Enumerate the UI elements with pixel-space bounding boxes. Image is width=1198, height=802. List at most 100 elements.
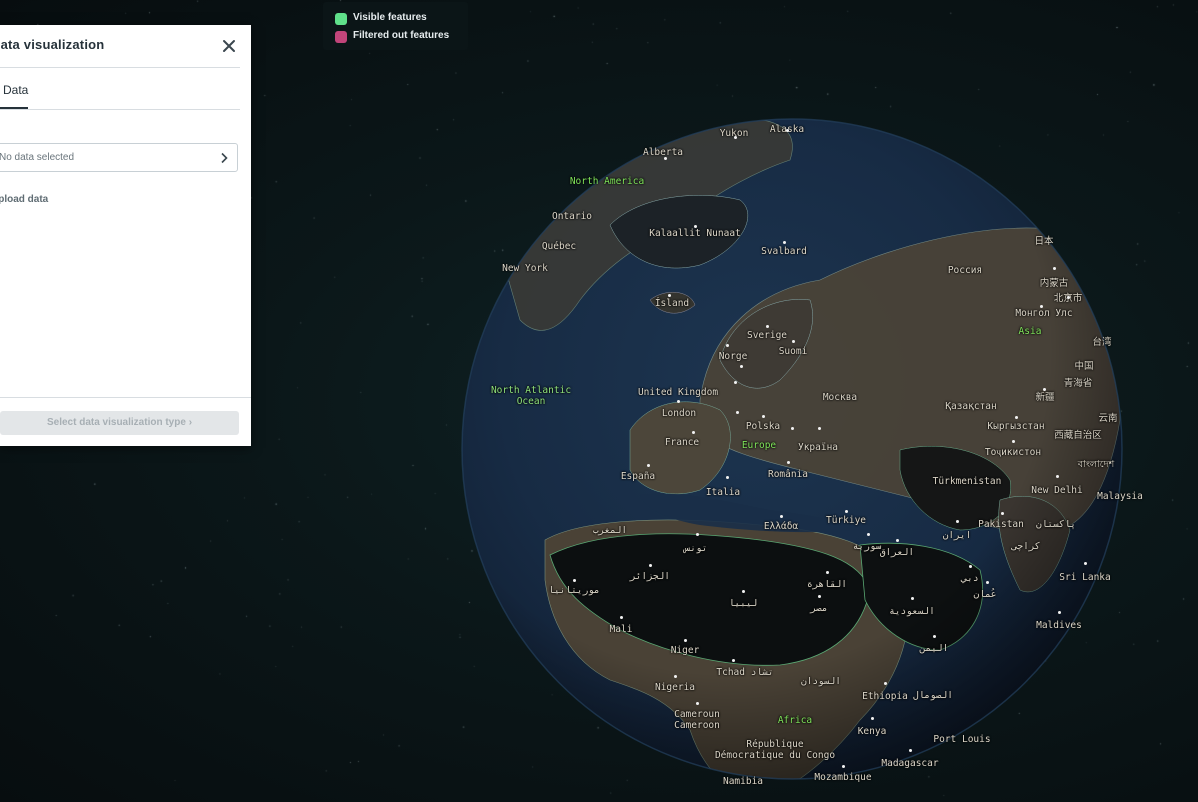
label-italia: Italia <box>705 487 741 498</box>
panel-tabs: Data <box>0 67 240 110</box>
label-turkmenistan: Türkmenistan <box>932 476 1002 487</box>
label-taiwan: 台湾 <box>1092 337 1112 348</box>
label-new-delhi: New Delhi <box>1031 485 1083 496</box>
label-nigeria: Nigeria <box>654 682 696 693</box>
label-niger: Niger <box>670 645 700 656</box>
label-saudi: السعودية <box>889 606 935 617</box>
data-select[interactable]: No data selected <box>0 143 238 172</box>
city-dot <box>668 294 671 297</box>
city-dot <box>734 136 737 139</box>
label-tunis: تونس <box>684 543 708 554</box>
city-dot <box>884 682 887 685</box>
label-island: Ísland <box>654 298 690 309</box>
city-dot <box>1067 296 1070 299</box>
city-dot <box>736 411 739 414</box>
label-espana: España <box>620 471 656 482</box>
label-suomi: Suomi <box>778 346 808 357</box>
city-dot <box>933 635 936 638</box>
city-dot <box>1015 416 1018 419</box>
panel-title: Data visualization <box>0 37 105 52</box>
feature-legend: Visible features Filtered out features <box>323 2 468 50</box>
city-dot <box>734 381 737 384</box>
label-africa: Africa <box>777 715 813 726</box>
city-dot <box>911 597 914 600</box>
upload-data-link[interactable]: Upload data <box>0 194 48 205</box>
label-yunnan: 云南 <box>1098 413 1118 424</box>
label-moskva: Москва <box>822 392 858 403</box>
label-kenya: Kenya <box>857 726 887 737</box>
label-bangladesh: বাংলাদেশ <box>1077 459 1115 470</box>
city-dot <box>762 415 765 418</box>
label-namibia: Namibia <box>722 776 764 787</box>
label-kazakhstan: Қазақстан <box>945 401 997 412</box>
city-dot <box>867 533 870 536</box>
label-polska: Polska <box>745 421 781 432</box>
tab-active-indicator <box>0 107 28 109</box>
city-dot <box>694 225 697 228</box>
city-dot <box>677 400 680 403</box>
label-europe: Europe <box>741 440 777 451</box>
label-japan: 日本 <box>1034 236 1054 247</box>
label-egypt: مصر <box>810 603 828 614</box>
label-cairo: القاهرة <box>806 579 848 590</box>
select-visualization-type-button[interactable]: Select data visualization type › <box>0 411 239 435</box>
label-tchad: Tchad تشاد <box>716 667 774 678</box>
legend-swatch-filtered <box>335 31 347 43</box>
city-dot <box>871 717 874 720</box>
label-rdc-line1: République Démocratique du Congo <box>714 739 836 761</box>
city-dot <box>842 765 845 768</box>
label-north-america: North America <box>569 176 645 187</box>
chevron-right-icon <box>221 152 228 164</box>
label-maghreb: المغرب <box>592 525 628 536</box>
label-dubai: دبي <box>961 573 979 584</box>
city-dot <box>909 749 912 752</box>
city-dot <box>969 565 972 568</box>
city-dot <box>696 702 699 705</box>
city-dot <box>818 595 821 598</box>
data-select-placeholder: No data selected <box>0 152 75 163</box>
label-sverige: Sverige <box>746 330 788 341</box>
city-dot <box>791 427 794 430</box>
label-cameroun-line1: Cameroun Cameroon <box>674 709 720 731</box>
city-dot <box>780 515 783 518</box>
city-dot <box>986 581 989 584</box>
label-madagascar: Madagascar <box>881 758 939 769</box>
label-libya: ليبيا <box>728 598 758 609</box>
label-tajikistan: Тоҷикистон <box>984 447 1042 458</box>
city-dot <box>1012 440 1015 443</box>
label-ukraine: Україна <box>797 442 839 453</box>
panel-footer-divider <box>0 397 251 398</box>
label-romania: România <box>767 469 809 480</box>
data-visualization-panel: Data visualization Data No data selected… <box>0 25 251 446</box>
close-icon <box>223 40 235 52</box>
label-london: London <box>661 408 697 419</box>
city-dot <box>696 533 699 536</box>
city-dot <box>740 365 743 368</box>
city-dot <box>826 571 829 574</box>
label-kalaallit: Kalaallit Nunaat <box>649 228 741 239</box>
chevron-right-icon: › <box>188 417 193 428</box>
city-dot <box>732 659 735 662</box>
label-mali: Mali <box>609 624 633 635</box>
label-inner-mongolia: 内蒙古 <box>1039 278 1069 289</box>
label-svalbard: Svalbard <box>761 246 807 257</box>
label-france: France <box>664 437 700 448</box>
close-button[interactable] <box>219 36 239 56</box>
label-russia: Россия <box>947 265 983 276</box>
city-dot <box>1084 562 1087 565</box>
label-qinghai: 青海省 <box>1063 378 1093 389</box>
label-oman: عُمان <box>973 589 997 600</box>
label-iraq: العراق <box>879 547 915 558</box>
legend-label-filtered: Filtered out features <box>353 30 450 41</box>
city-dot <box>1058 611 1061 614</box>
city-dot <box>956 520 959 523</box>
city-dot <box>573 579 576 582</box>
label-pakistan: Pakistan <box>978 519 1024 530</box>
tab-data[interactable]: Data <box>3 83 28 97</box>
label-syria: سورية <box>852 541 882 552</box>
city-dot <box>647 464 650 467</box>
city-dot <box>1053 267 1056 270</box>
label-iran: ایران <box>942 530 972 541</box>
label-ontario: Ontario <box>551 211 593 222</box>
label-ethiopia: Ethiopia <box>862 691 908 702</box>
